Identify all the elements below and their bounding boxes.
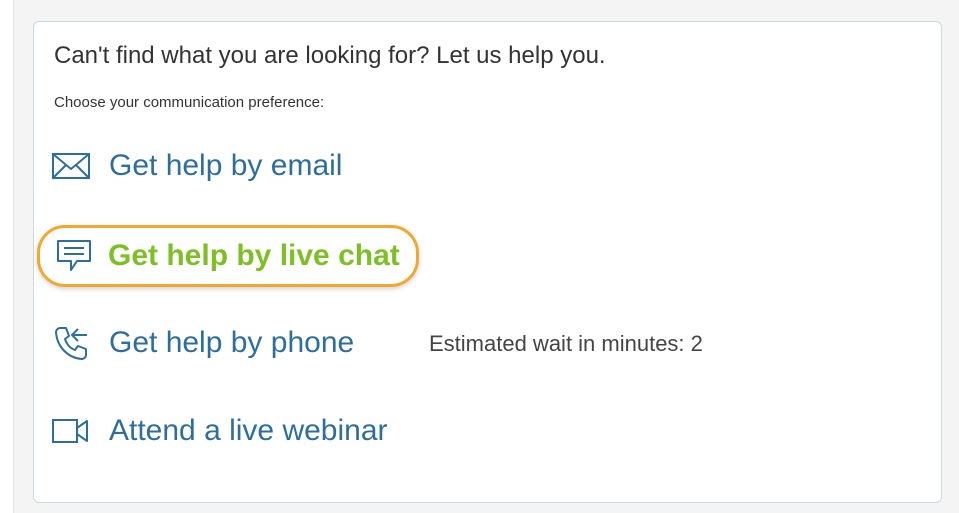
email-help-label: Get help by email	[109, 149, 343, 182]
phone-help-link[interactable]: Get help by phone	[51, 319, 354, 367]
left-edge-panel	[0, 0, 14, 513]
webinar-link[interactable]: Attend a live webinar	[51, 407, 388, 455]
chat-icon	[54, 236, 94, 276]
phone-help-label: Get help by phone	[109, 326, 355, 359]
envelope-icon	[51, 146, 91, 186]
help-panel: Can't find what you are looking for? Let…	[33, 21, 942, 503]
help-subheading: Choose your communication preference:	[54, 94, 325, 111]
phone-icon	[51, 323, 91, 363]
webinar-label: Attend a live webinar	[109, 414, 388, 447]
live-chat-help-label: Get help by live chat	[108, 239, 400, 272]
email-help-link[interactable]: Get help by email	[51, 142, 342, 190]
video-camera-icon	[51, 411, 91, 451]
live-chat-help-link[interactable]: Get help by live chat	[37, 225, 419, 287]
help-heading: Can't find what you are looking for? Let…	[54, 42, 606, 69]
estimated-wait-text: Estimated wait in minutes: 2	[429, 331, 703, 356]
